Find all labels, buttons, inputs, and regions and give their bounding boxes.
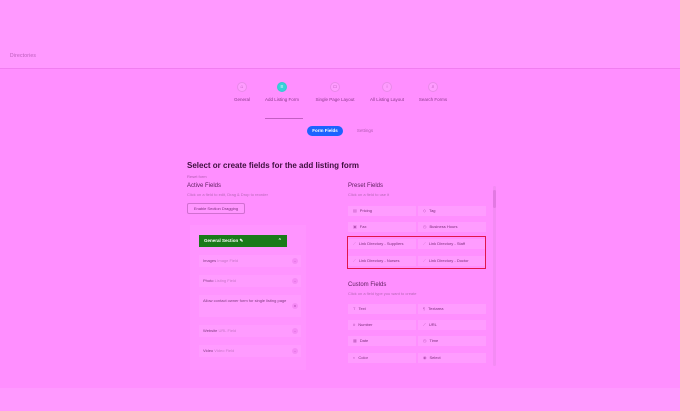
field-type: Video Field	[214, 348, 235, 353]
breadcrumb[interactable]: Directories	[10, 53, 36, 59]
field-type: URL Field	[218, 328, 237, 333]
custom-field-date[interactable]: ▦ Date	[348, 336, 416, 346]
custom-field-number[interactable]: # Number	[348, 320, 416, 330]
field-label: URL	[428, 322, 437, 327]
field-label: Tag	[429, 208, 436, 213]
field-label: Pricing	[359, 208, 373, 213]
top-bar	[0, 0, 680, 45]
field-label: Video	[203, 348, 214, 353]
url-icon: ⟋	[423, 322, 426, 327]
number-icon: #	[353, 322, 356, 327]
text-icon: T	[353, 306, 356, 311]
textarea-icon: ¶	[423, 306, 426, 311]
step-search-forms[interactable]: ⌕ Search Forms	[403, 82, 463, 102]
scrollbar-thumb[interactable]	[493, 190, 496, 208]
step-add-listing-form[interactable]: ≡ Add Listing Form	[252, 82, 312, 102]
general-section-header[interactable]: General Section ✎ ⌃	[199, 235, 287, 247]
search-icon: ⌕	[428, 82, 438, 92]
field-label: Allow contact owner form for single list…	[203, 298, 287, 303]
field-label: Text	[358, 306, 366, 311]
step-label: Single Page Layout	[315, 97, 355, 102]
custom-fields-subtitle: Click on a field type you want to create	[348, 291, 417, 296]
field-label: Fax	[359, 224, 367, 229]
preset-field-business-hours[interactable]: ◷ Business Hours	[418, 222, 486, 232]
custom-field-color[interactable]: ◐ Color	[348, 353, 416, 363]
reset-form-link[interactable]: Reset form	[187, 174, 207, 179]
select-icon: ◉	[423, 355, 427, 360]
fax-icon: ▣	[353, 224, 357, 229]
form-fields-tab[interactable]: Form Fields	[307, 126, 343, 136]
chevron-up-icon[interactable]: ⌃	[278, 235, 282, 247]
active-field-item[interactable]: Website URL Field ⌄	[199, 325, 301, 337]
active-field-item[interactable]: Video Video Field ⌄	[199, 345, 301, 357]
section-title: General Section	[204, 238, 239, 243]
time-icon: ◷	[423, 338, 427, 343]
highlight-box	[347, 236, 486, 269]
field-label: Color	[358, 355, 368, 360]
field-label: Date	[359, 338, 369, 343]
chevron-down-icon[interactable]: ⌄	[292, 278, 298, 284]
field-label: Number	[358, 322, 373, 327]
page-icon: ▭	[330, 82, 340, 92]
custom-field-time[interactable]: ◷ Time	[418, 336, 486, 346]
field-label: Website	[203, 328, 218, 333]
custom-field-textarea[interactable]: ¶ Textarea	[418, 304, 486, 314]
active-field-item[interactable]: Allow contact owner form for single list…	[199, 295, 301, 317]
active-fields-subtitle: Click on a field to edit, Drag & Drop to…	[187, 192, 268, 197]
page-title: Select or create fields for the add list…	[187, 161, 360, 170]
field-label: Time	[429, 338, 439, 343]
custom-field-url[interactable]: ⟋ URL	[418, 320, 486, 330]
step-single-page-layout[interactable]: ▭ Single Page Layout	[305, 82, 365, 102]
list-icon: ≡	[277, 82, 287, 92]
field-label: Images	[203, 258, 217, 263]
chevron-down-icon[interactable]: ⌄	[292, 328, 298, 334]
settings-tab[interactable]: Settings	[353, 126, 377, 136]
chevron-down-icon[interactable]: ⌄	[292, 258, 298, 264]
field-label: Select	[429, 355, 441, 360]
scrollbar-track[interactable]	[493, 186, 496, 366]
active-field-item[interactable]: Images Image Field ⌄	[199, 255, 301, 267]
custom-field-text[interactable]: T Text	[348, 304, 416, 314]
active-step-underline	[265, 118, 303, 119]
custom-field-select[interactable]: ◉ Select	[418, 353, 486, 363]
field-type: Image Field	[217, 258, 239, 263]
tag-icon: ◇	[423, 208, 427, 213]
grid-icon: ⁝	[382, 82, 392, 92]
step-label: Search Forms	[418, 97, 448, 102]
date-icon: ▦	[353, 338, 357, 343]
step-label: Add Listing Form	[264, 97, 299, 102]
home-icon: ⌂	[237, 82, 247, 92]
edit-icon[interactable]: ✎	[240, 238, 244, 243]
main-panel	[0, 68, 680, 388]
toggle-icon[interactable]: ⚙	[292, 303, 298, 309]
field-type: Listing Field	[214, 278, 236, 283]
step-nav: ⌂ General ≡ Add Listing Form ▭ Single Pa…	[225, 82, 465, 112]
active-fields-title: Active Fields	[187, 183, 222, 189]
preset-field-fax[interactable]: ▣ Fax	[348, 222, 416, 232]
color-icon: ◐	[353, 355, 356, 360]
preset-field-tag[interactable]: ◇ Tag	[418, 206, 486, 216]
preset-fields-title: Preset Fields	[348, 183, 384, 189]
active-field-item[interactable]: Photo Listing Field ⌄	[199, 275, 301, 287]
preset-fields-subtitle: Click on a field to use it	[348, 192, 390, 197]
custom-fields-title: Custom Fields	[348, 282, 387, 288]
pricing-icon: ▤	[353, 208, 357, 213]
enable-section-dragging-button[interactable]: Enable Section Dragging	[187, 203, 245, 214]
field-label: Photo	[203, 278, 214, 283]
field-label: Textarea	[428, 306, 444, 311]
field-label: Business Hours	[429, 224, 458, 229]
chevron-down-icon[interactable]: ⌄	[292, 348, 298, 354]
preset-field-pricing[interactable]: ▤ Pricing	[348, 206, 416, 216]
clock-icon: ◷	[423, 224, 427, 229]
